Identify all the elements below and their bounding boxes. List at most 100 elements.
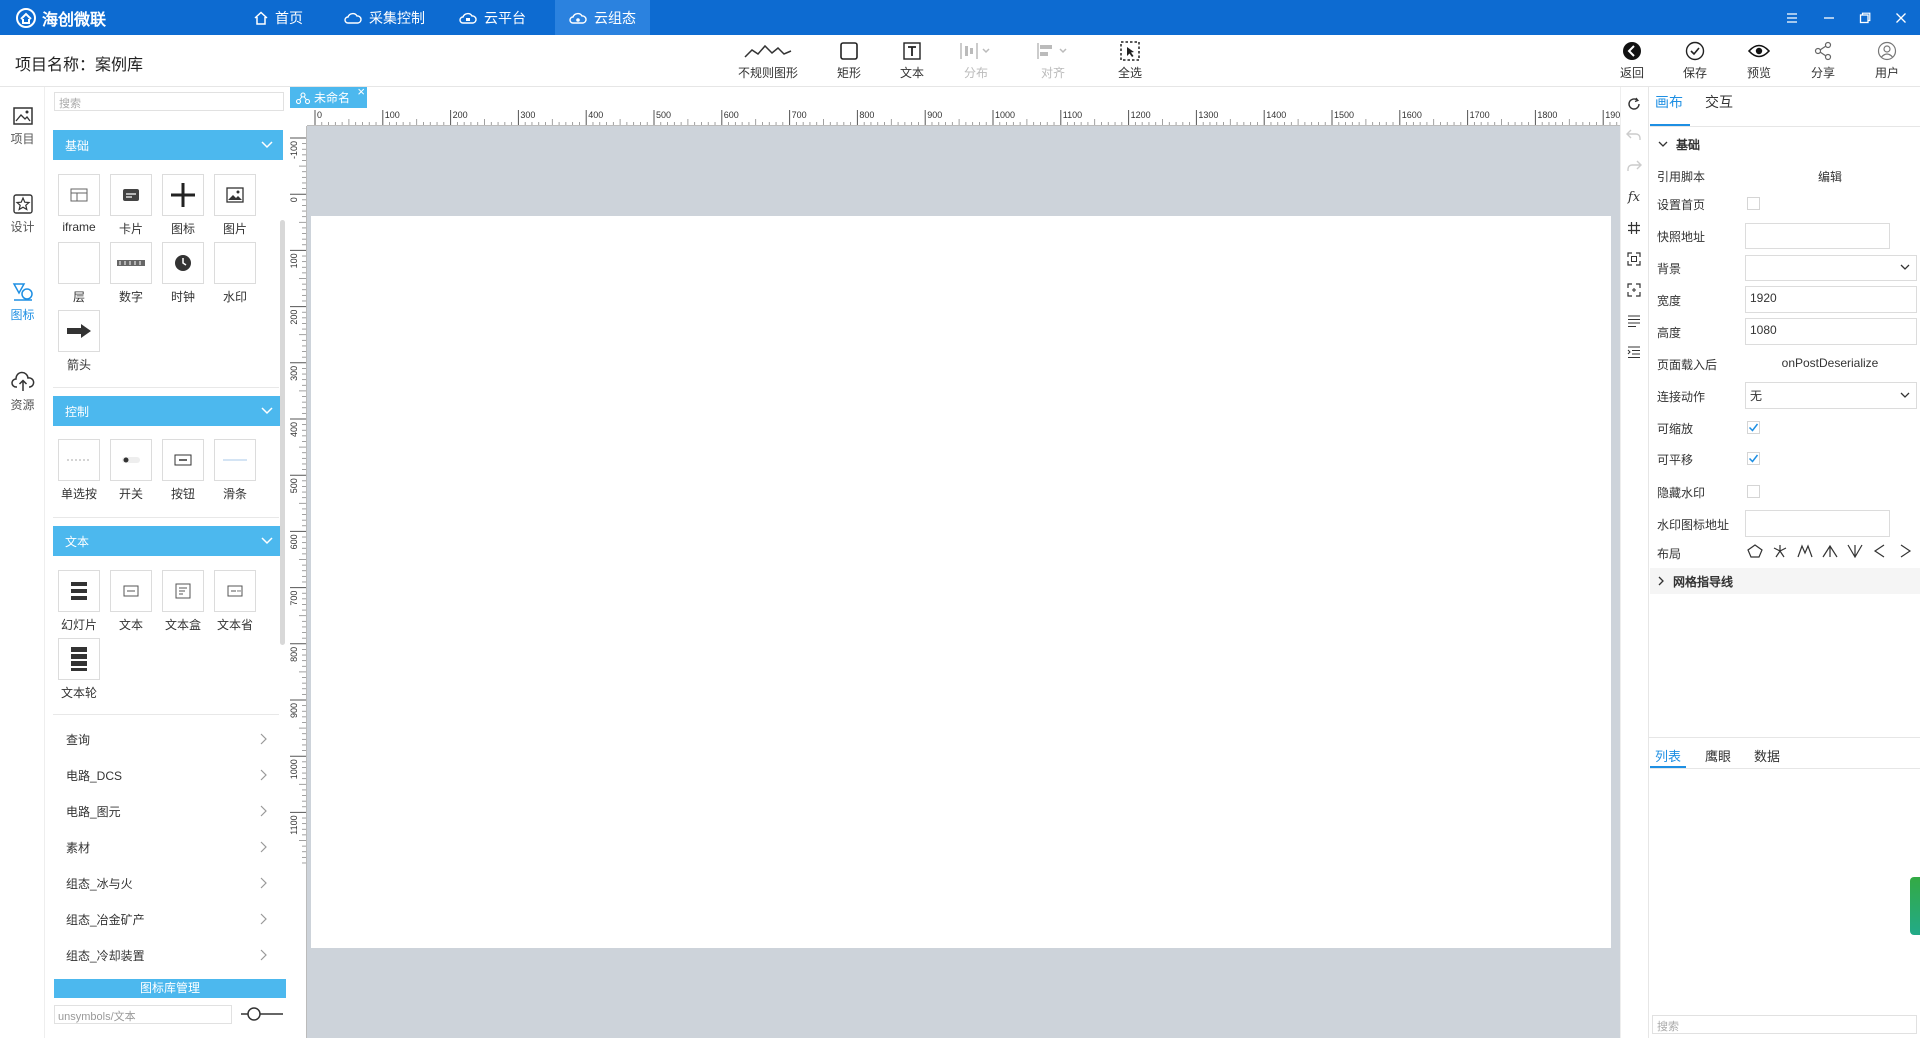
close-button[interactable] — [1883, 0, 1919, 35]
component-iframe[interactable]: iframe — [58, 174, 100, 234]
library-label: 组态_冰与火 — [66, 876, 133, 891]
rail-item-resources[interactable]: 资源 — [0, 371, 45, 413]
library-item-dcs[interactable]: 电路_DCS — [53, 757, 279, 793]
save-button[interactable]: 保存 — [1660, 39, 1730, 83]
side-drawer-handle[interactable] — [1910, 877, 1920, 935]
tab-eagle-eye[interactable]: 鹰眼 — [1705, 746, 1731, 765]
tab-canvas[interactable]: 画布 — [1655, 92, 1683, 112]
outline-search-input[interactable]: 搜索 — [1652, 1015, 1917, 1034]
user-button[interactable]: 用户 — [1852, 39, 1920, 83]
layout-right-icon[interactable] — [1897, 544, 1913, 558]
component-clock[interactable]: 时钟 — [162, 242, 204, 305]
component-watermark[interactable]: 水印 — [214, 242, 256, 305]
document-tab[interactable]: 未命名 × — [290, 84, 367, 108]
tool-rectangle[interactable]: 矩形 — [814, 39, 884, 83]
canvas-page[interactable] — [311, 216, 1611, 948]
diagram-icon — [296, 91, 310, 104]
layout-tree-down-icon[interactable] — [1797, 544, 1813, 558]
homepage-checkbox[interactable] — [1747, 197, 1760, 210]
fit-page-button[interactable] — [1622, 247, 1646, 271]
indent-button[interactable] — [1622, 309, 1646, 333]
section-header-control[interactable]: 控制 — [53, 396, 283, 426]
left-panel-scrollbar[interactable] — [280, 220, 285, 645]
library-item-cooling[interactable]: 组态_冷却装置 — [53, 937, 279, 973]
component-button[interactable]: 按钮 — [162, 439, 204, 502]
library-item-circuit-elements[interactable]: 电路_图元 — [53, 793, 279, 829]
library-item-ice-fire[interactable]: 组态_冰与火 — [53, 865, 279, 901]
component-search-input[interactable]: 搜索 — [54, 92, 284, 111]
component-layer[interactable]: 层 — [58, 242, 100, 305]
height-input[interactable]: 1080 — [1745, 318, 1917, 345]
component-arrow[interactable]: 箭头 — [58, 310, 100, 373]
link-action-select[interactable]: 无 — [1745, 382, 1917, 409]
tab-data[interactable]: 数据 — [1754, 746, 1780, 765]
background-select[interactable] — [1745, 255, 1917, 281]
refresh-button[interactable] — [1622, 92, 1646, 116]
onload-handler-link[interactable]: onPostDeserialize — [1745, 356, 1915, 370]
watermark-url-input[interactable] — [1745, 510, 1890, 537]
library-item-materials[interactable]: 素材 — [53, 829, 279, 865]
close-icon[interactable]: × — [357, 84, 365, 99]
script-edit-link[interactable]: 编辑 — [1745, 168, 1915, 185]
rail-item-design[interactable]: 设计 — [0, 193, 45, 235]
layout-left-icon[interactable] — [1872, 544, 1888, 558]
section-header-basic[interactable]: 基础 — [53, 130, 283, 160]
icon-library-manage-button[interactable]: 图标库管理 — [54, 979, 286, 998]
tool-irregular-shape[interactable]: 不规则图形 — [733, 39, 803, 83]
size-slider[interactable] — [240, 1006, 284, 1022]
component-label: 文本省 — [216, 618, 253, 632]
component-radio[interactable]: 单选按 — [58, 439, 100, 502]
tab-interaction[interactable]: 交互 — [1705, 92, 1733, 112]
function-button[interactable]: fx — [1622, 185, 1646, 209]
component-slider[interactable]: 滑条 — [214, 439, 256, 502]
library-path-input[interactable]: unsymbols/文本 — [54, 1005, 232, 1024]
library-item-metallurgy[interactable]: 组态_冶金矿产 — [53, 901, 279, 937]
grid-button[interactable] — [1622, 216, 1646, 240]
zoomable-checkbox[interactable] — [1747, 421, 1760, 434]
layout-radial-icon[interactable] — [1772, 544, 1788, 558]
component-text-ellipsis[interactable]: 文本省 — [214, 570, 256, 633]
component-text-carousel[interactable]: 文本轮 — [58, 638, 100, 701]
component-image[interactable]: 图片 — [214, 174, 256, 237]
layout-tree-up-icon[interactable] — [1822, 544, 1838, 558]
component-number[interactable]: 数字 — [110, 242, 152, 305]
component-card[interactable]: 卡片 — [110, 174, 152, 237]
fit-content-button[interactable] — [1622, 278, 1646, 302]
redo-button[interactable] — [1622, 154, 1646, 178]
outdent-button[interactable] — [1622, 340, 1646, 364]
layout-pentagon-icon[interactable] — [1747, 544, 1763, 558]
nav-collect-control[interactable]: 采集控制 — [330, 0, 439, 35]
section-header-text[interactable]: 文本 — [53, 526, 283, 556]
tool-distribute[interactable]: 分布 — [941, 39, 1011, 83]
nav-home[interactable]: 首页 — [240, 0, 317, 35]
width-input[interactable]: 1920 — [1745, 286, 1917, 313]
nav-cloud-platform[interactable]: 云平台 — [445, 0, 540, 35]
component-slideshow[interactable]: 幻灯片 — [58, 570, 100, 633]
component-text[interactable]: 文本 — [110, 570, 152, 633]
restore-button[interactable] — [1847, 0, 1883, 35]
component-icon[interactable]: 图标 — [162, 174, 204, 237]
library-item-query[interactable]: 查询 — [53, 721, 279, 757]
pannable-checkbox[interactable] — [1747, 452, 1760, 465]
group-grid-guides-header[interactable]: 网格指导线 — [1650, 568, 1920, 594]
group-basic-header[interactable]: 基础 — [1650, 133, 1920, 155]
share-button[interactable]: 分享 — [1788, 39, 1858, 83]
component-textbox[interactable]: 文本盒 — [162, 570, 204, 633]
hide-watermark-checkbox[interactable] — [1747, 485, 1760, 498]
tool-text[interactable]: 文本 — [877, 39, 947, 83]
menu-button[interactable] — [1774, 0, 1810, 35]
rail-item-icons[interactable]: 图标 — [0, 281, 45, 323]
layout-v-icon[interactable] — [1847, 544, 1863, 558]
nav-cloud-config[interactable]: 云组态 — [555, 0, 650, 35]
tool-select-all[interactable]: 全选 — [1095, 39, 1165, 83]
tab-list[interactable]: 列表 — [1655, 746, 1681, 765]
preview-button[interactable]: 预览 — [1724, 39, 1794, 83]
back-button[interactable]: 返回 — [1597, 39, 1667, 83]
component-switch[interactable]: 开关 — [110, 439, 152, 502]
tool-align[interactable]: 对齐 — [1018, 39, 1088, 83]
prop-label: 快照地址 — [1657, 230, 1706, 244]
snapshot-url-input[interactable] — [1745, 223, 1890, 249]
minimize-button[interactable] — [1811, 0, 1847, 35]
rail-item-project[interactable]: 项目 — [0, 105, 45, 147]
undo-button[interactable] — [1622, 123, 1646, 147]
